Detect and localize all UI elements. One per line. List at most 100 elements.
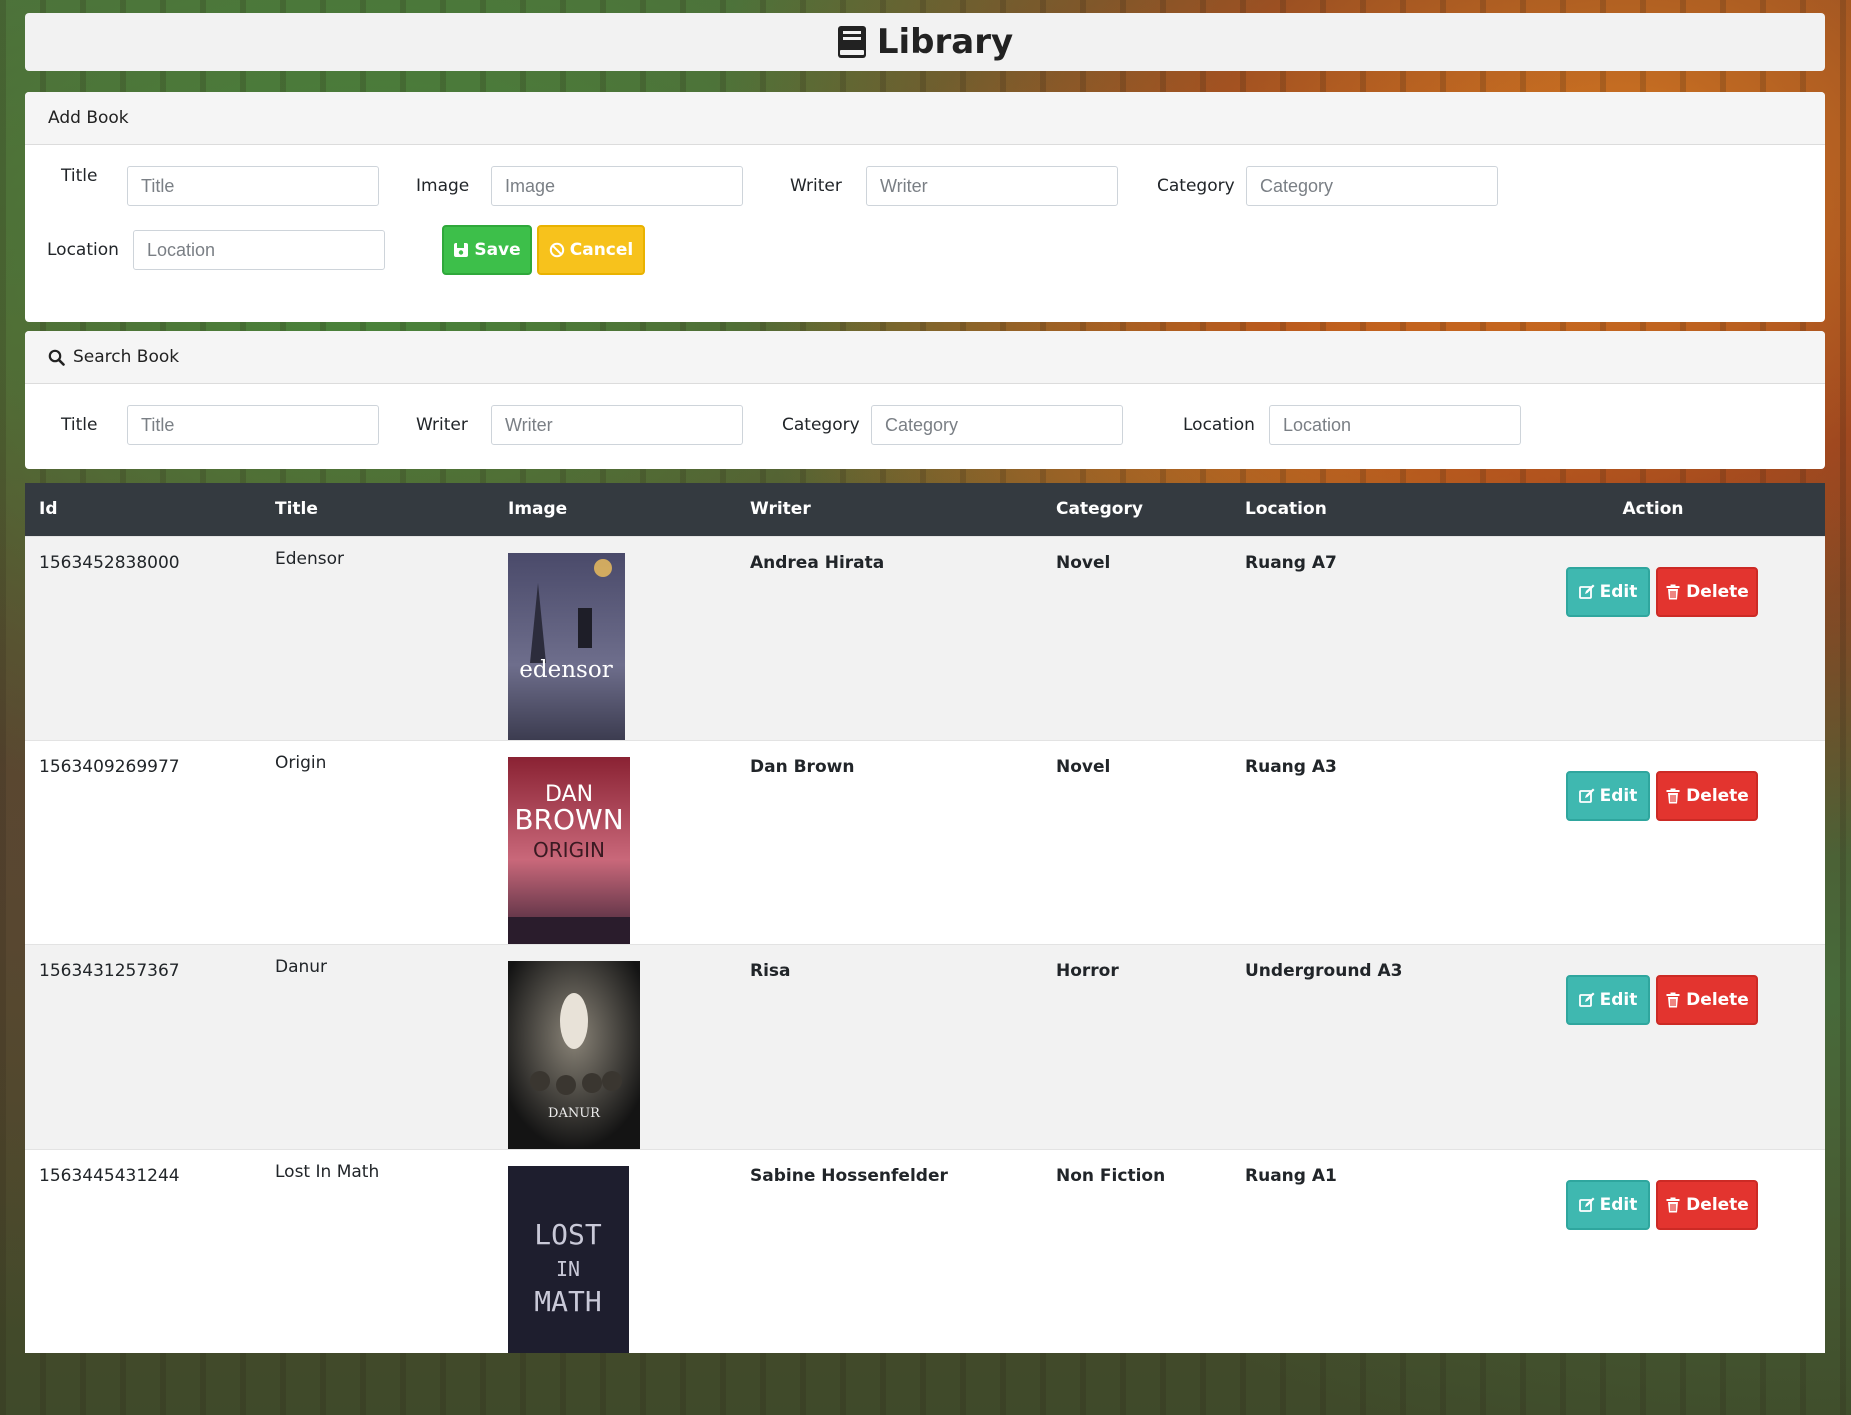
edit-button[interactable]: Edit xyxy=(1566,974,1650,1025)
search-location-label: Location xyxy=(1183,415,1255,435)
table-row: 1563445431244 Lost In Math LOST IN MATH … xyxy=(25,1149,1825,1353)
search-book-card: Search Book Title Writer Category Locati… xyxy=(25,331,1825,469)
books-table: Id Title Image Writer Category Location … xyxy=(25,483,1825,1353)
edit-label: Edit xyxy=(1599,581,1638,602)
delete-button[interactable]: Delete xyxy=(1656,1179,1758,1230)
table-header-row: Id Title Image Writer Category Location … xyxy=(25,483,1825,536)
trash-icon xyxy=(1666,788,1680,803)
cancel-label: Cancel xyxy=(569,240,634,260)
delete-button[interactable]: Delete xyxy=(1656,974,1758,1025)
edit-button[interactable]: Edit xyxy=(1566,770,1650,821)
cancel-button[interactable]: Cancel xyxy=(537,225,645,275)
book-cover-image: edensor xyxy=(508,552,625,740)
column-header-location: Location xyxy=(1245,499,1327,520)
add-category-group: Category xyxy=(1157,166,1235,206)
edit-icon xyxy=(1578,1197,1595,1212)
book-location: Ruang A7 xyxy=(1245,552,1337,573)
search-writer-group: Writer xyxy=(416,405,468,445)
search-category-input[interactable] xyxy=(871,405,1123,445)
add-location-group: Location xyxy=(47,230,119,270)
book-location: Underground A3 xyxy=(1245,960,1403,981)
search-location-input[interactable] xyxy=(1269,405,1521,445)
edit-icon xyxy=(1578,788,1595,803)
add-title-group: Title xyxy=(61,166,97,186)
row-actions: Edit Delete xyxy=(1481,740,1825,944)
book-category: Novel xyxy=(1056,552,1111,573)
delete-label: Delete xyxy=(1686,581,1749,602)
book-writer: Sabine Hossenfelder xyxy=(750,1165,948,1186)
delete-button[interactable]: Delete xyxy=(1656,770,1758,821)
search-title-label: Title xyxy=(61,415,98,435)
add-writer-label: Writer xyxy=(790,176,842,196)
column-header-category: Category xyxy=(1056,499,1143,520)
book-cover-cell: DANUR xyxy=(494,944,736,1149)
trash-icon xyxy=(1666,584,1680,599)
edit-button[interactable]: Edit xyxy=(1566,566,1650,617)
column-header-action: Action xyxy=(1622,499,1684,520)
search-book-title: Search Book xyxy=(73,347,180,367)
add-writer-input[interactable] xyxy=(866,166,1118,206)
search-writer-label: Writer xyxy=(416,415,468,435)
search-book-header: Search Book xyxy=(25,331,1825,384)
book-cover-image: DAN BROWN ORIGIN xyxy=(508,756,630,944)
delete-button[interactable]: Delete xyxy=(1656,566,1758,617)
add-image-input[interactable] xyxy=(491,166,743,206)
book-location: Ruang A1 xyxy=(1245,1165,1337,1186)
cover-text: IN xyxy=(556,1257,580,1281)
cover-text: MATH xyxy=(534,1285,601,1318)
edit-icon xyxy=(1578,992,1595,1007)
search-writer-input[interactable] xyxy=(491,405,743,445)
book-writer: Risa xyxy=(750,960,791,981)
add-image-label: Image xyxy=(416,176,470,196)
delete-label: Delete xyxy=(1686,989,1749,1010)
edit-label: Edit xyxy=(1599,785,1638,806)
book-writer: Dan Brown xyxy=(750,756,855,777)
add-location-input[interactable] xyxy=(133,230,385,270)
search-title-input[interactable] xyxy=(127,405,379,445)
add-writer-group: Writer xyxy=(790,166,842,206)
cover-text: BROWN xyxy=(514,803,623,836)
book-icon xyxy=(837,25,867,59)
save-label: Save xyxy=(474,240,521,260)
book-category: Non Fiction xyxy=(1056,1165,1166,1186)
book-cover-cell: DAN BROWN ORIGIN xyxy=(494,740,736,944)
book-cover-image: DANUR xyxy=(508,960,640,1149)
add-title-input[interactable] xyxy=(127,166,379,206)
save-icon xyxy=(454,243,469,257)
edit-label: Edit xyxy=(1599,989,1638,1010)
book-cover-image: LOST IN MATH xyxy=(508,1165,629,1353)
cover-text: DANUR xyxy=(548,1106,601,1121)
book-id: 1563431257367 xyxy=(39,960,180,981)
book-title: Edensor xyxy=(275,548,345,569)
table-row: 1563431257367 Danur DANUR Risa Horror Un… xyxy=(25,944,1825,1149)
app-header: Library xyxy=(25,13,1825,71)
edit-label: Edit xyxy=(1599,1194,1638,1215)
column-header-writer: Writer xyxy=(750,499,811,520)
add-image-group: Image xyxy=(416,166,469,206)
delete-label: Delete xyxy=(1686,785,1749,806)
book-id: 1563452838000 xyxy=(39,552,180,573)
search-icon xyxy=(48,349,65,366)
add-book-header: Add Book xyxy=(25,92,1825,145)
ban-icon xyxy=(549,242,564,258)
save-button[interactable]: Save xyxy=(442,225,532,275)
edit-button[interactable]: Edit xyxy=(1566,1179,1650,1230)
book-title: Lost In Math xyxy=(275,1161,380,1182)
book-category: Horror xyxy=(1056,960,1119,981)
search-category-group: Category xyxy=(782,405,860,445)
add-title-label: Title xyxy=(61,166,98,186)
row-actions: Edit Delete xyxy=(1481,536,1825,740)
delete-label: Delete xyxy=(1686,1194,1749,1215)
book-title: Danur xyxy=(275,956,328,977)
cover-text: LOST xyxy=(534,1218,602,1251)
column-header-title: Title xyxy=(275,499,318,520)
column-header-image: Image xyxy=(508,499,568,520)
table-row: 1563409269977 Origin DAN BROWN ORIGIN Da… xyxy=(25,740,1825,944)
row-actions: Edit Delete xyxy=(1481,944,1825,1149)
add-category-label: Category xyxy=(1157,176,1235,196)
add-location-label: Location xyxy=(47,240,119,260)
add-category-input[interactable] xyxy=(1246,166,1498,206)
trash-icon xyxy=(1666,1197,1680,1212)
book-location: Ruang A3 xyxy=(1245,756,1337,777)
search-category-label: Category xyxy=(782,415,860,435)
